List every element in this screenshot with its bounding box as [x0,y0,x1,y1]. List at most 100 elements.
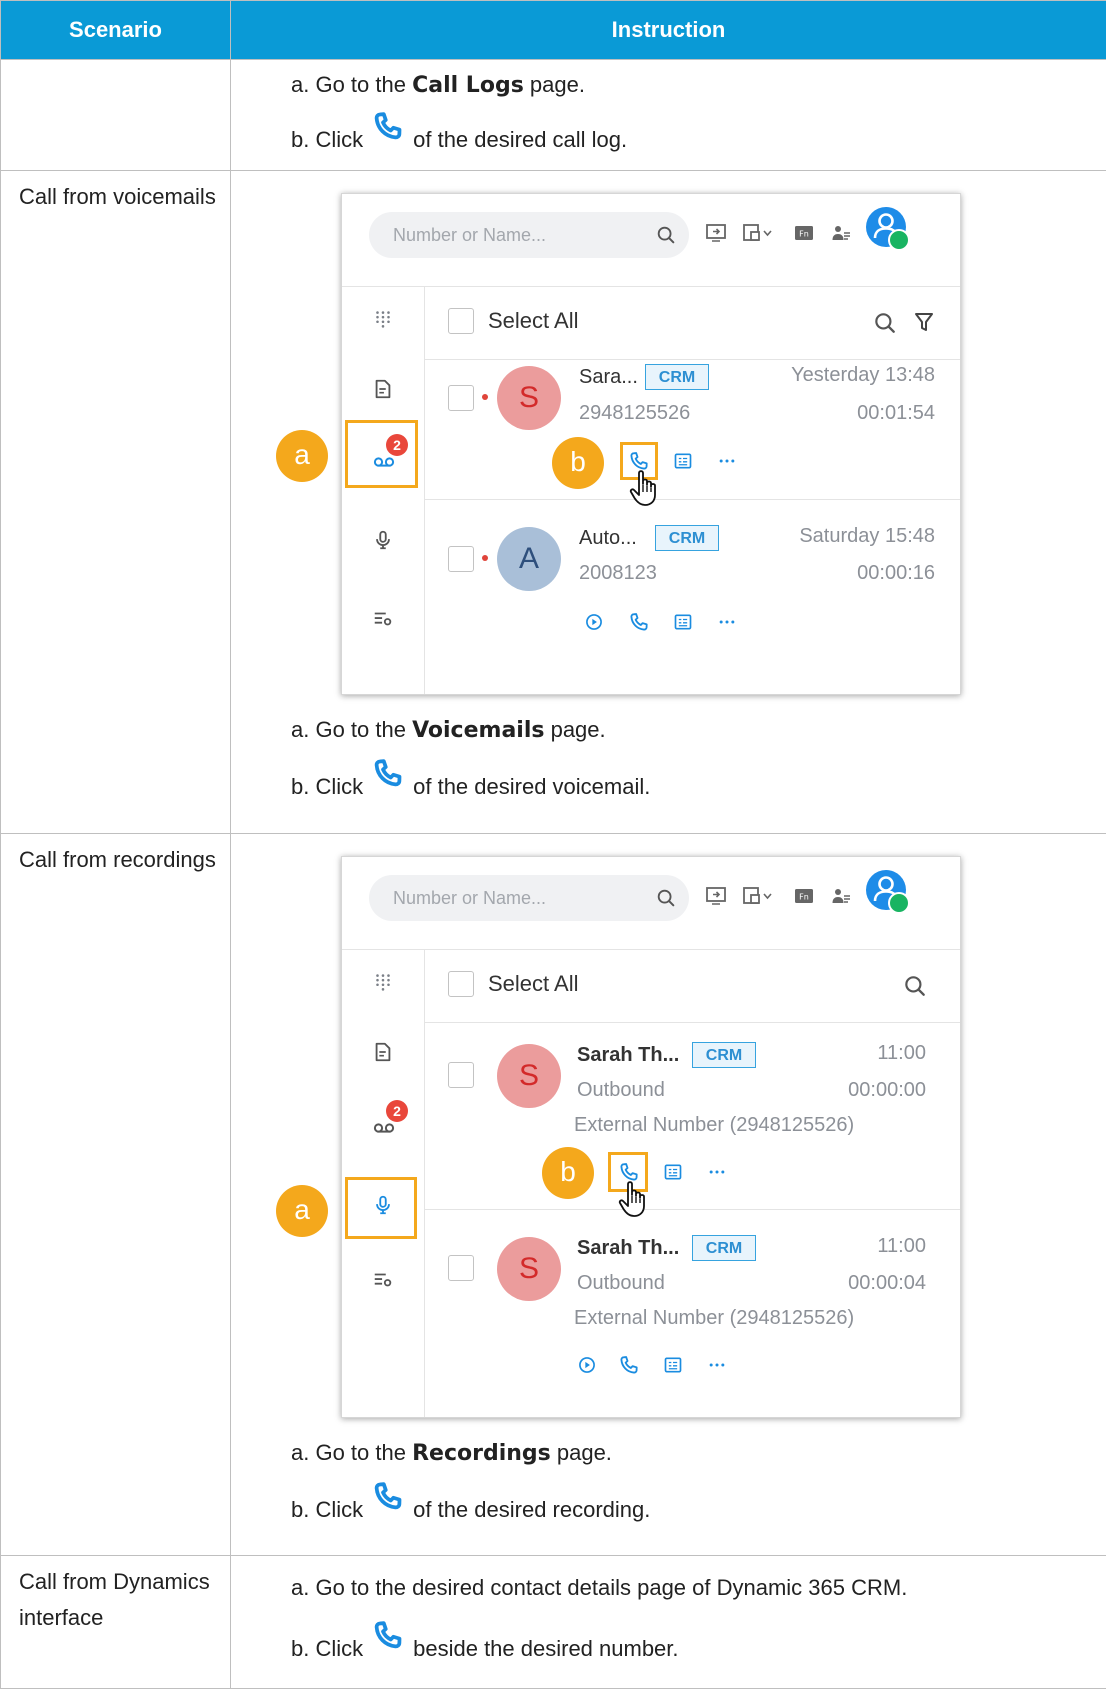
caller-name: Auto... [579,527,637,550]
callout-b: b [552,437,604,489]
callout-b: b [542,1147,594,1199]
item-checkbox[interactable] [448,1062,474,1088]
online-status-badge [888,892,910,914]
settings-list-icon[interactable] [372,1269,394,1291]
contacts-status-icon[interactable] [829,884,853,908]
caller-name: Sara... [579,366,638,389]
step-text: b. Click [291,1497,363,1522]
device-switch-icon[interactable] [740,221,776,245]
more-icon[interactable] [706,1355,728,1375]
step-text: a. Go to the [291,1440,412,1465]
phone-icon [373,1620,403,1650]
call-duration: 00:00:16 [857,562,935,585]
step-text: page. [524,72,585,97]
play-icon[interactable] [577,1355,597,1375]
table-row: Call from voicemails Number or Name... [1,171,1106,834]
header-scenario: Scenario [1,1,231,60]
caller-number: 2008123 [579,562,657,585]
step-text: of the desired voicemail. [413,774,650,799]
select-bar: Select All [424,286,960,360]
contacts-icon[interactable] [372,378,394,400]
more-icon[interactable] [716,451,738,471]
caller-name: Sarah Th... [577,1044,679,1067]
play-icon[interactable] [584,612,604,632]
user-avatar[interactable] [866,207,906,247]
step-text: b. Click [291,774,363,799]
contacts-icon[interactable] [372,1041,394,1063]
select-all-label: Select All [488,971,579,997]
instruction-cell: Number or Name... 2 [231,834,1106,1556]
divider [424,499,960,500]
table-row: Call from Dynamics interface a. Go to th… [1,1556,1106,1689]
phone-icon[interactable] [619,1355,639,1375]
search-input[interactable]: Number or Name... [369,875,689,921]
scenario-cell: Call from recordings [1,834,231,1556]
call-date: Yesterday 13:48 [791,364,935,387]
table-row: Call from recordings Number or Name... [1,834,1106,1556]
crm-badge[interactable]: CRM [655,525,719,551]
note-icon[interactable] [673,612,693,632]
phone-icon [373,111,403,141]
filter-icon[interactable] [912,310,936,334]
table-row: a. Go to the Call Logs page. b. Clickof … [1,60,1106,171]
page-name: Call Logs [412,73,524,98]
screen-share-icon[interactable] [704,221,728,245]
note-icon[interactable] [663,1162,683,1182]
step-text: b. Click [291,1636,363,1661]
dialpad-icon[interactable] [372,971,394,993]
note-icon[interactable] [673,451,693,471]
select-all-checkbox[interactable] [448,971,474,997]
fn-key-icon[interactable] [792,221,816,245]
avatar: S [497,1237,561,1301]
step-a: a. Go to the Recordings page. [291,1418,1106,1482]
screen-share-icon[interactable] [704,884,728,908]
crm-badge[interactable]: CRM [645,364,709,390]
scenario-cell-empty [1,60,231,171]
step-b: b. Click of the desired voicemail. [291,759,1106,815]
user-avatar[interactable] [866,870,906,910]
instruction-cell: a. Go to the desired contact details pag… [231,1556,1106,1689]
more-icon[interactable] [706,1162,728,1182]
step-text: beside the desired number. [413,1636,678,1661]
fn-key-icon[interactable] [792,884,816,908]
search-icon[interactable] [902,973,928,999]
item-checkbox[interactable] [448,385,474,411]
item-checkbox[interactable] [448,546,474,572]
contacts-status-icon[interactable] [829,221,853,245]
device-switch-icon[interactable] [740,884,776,908]
recordings-screenshot: Number or Name... 2 [341,856,961,1418]
record-duration: 00:00:04 [848,1272,926,1295]
crm-badge[interactable]: CRM [692,1042,756,1068]
item-checkbox[interactable] [448,1255,474,1281]
hand-cursor-icon [629,468,659,508]
divider [424,1209,960,1210]
callout-a: a [276,1185,328,1237]
microphone-icon[interactable] [372,529,394,551]
unread-dot [482,394,488,400]
page-name: Voicemails [412,718,544,743]
note-icon[interactable] [663,1355,683,1375]
search-icon[interactable] [655,224,677,246]
search-icon[interactable] [655,887,677,909]
highlight-recordings-nav [345,1177,417,1239]
step-a: a. Go to the Call Logs page. [291,60,1106,110]
top-bar: Number or Name... [342,857,960,950]
step-b: b. Clickof the desired call log. [291,110,1106,170]
external-number: External Number (2948125526) [574,1114,854,1137]
search-icon[interactable] [872,310,898,336]
step-text: page. [551,1440,612,1465]
settings-list-icon[interactable] [372,608,394,630]
select-all-label: Select All [488,308,579,334]
call-direction: Outbound [577,1272,665,1295]
instruction-table: Scenario Instruction a. Go to the Call L… [0,0,1106,1689]
more-icon[interactable] [716,612,738,632]
avatar: A [497,527,561,591]
top-bar: Number or Name... [342,194,960,287]
call-duration: 00:01:54 [857,402,935,425]
dialpad-icon[interactable] [372,308,394,330]
crm-badge[interactable]: CRM [692,1235,756,1261]
phone-icon[interactable] [629,612,649,632]
search-input[interactable]: Number or Name... [369,212,689,258]
record-time: 11:00 [877,1235,926,1258]
select-all-checkbox[interactable] [448,308,474,334]
